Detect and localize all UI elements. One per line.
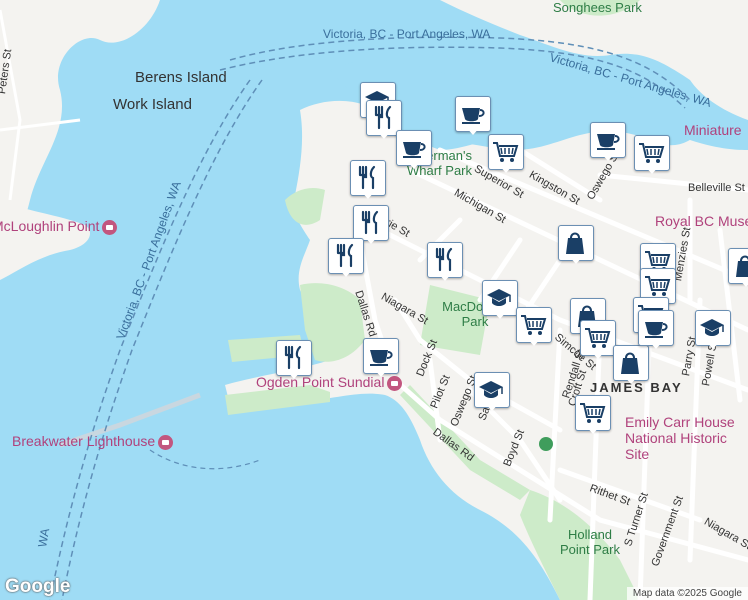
cafe-marker[interactable] bbox=[590, 122, 626, 166]
carr-house-text: Emily Carr House National Historic Site bbox=[625, 414, 735, 462]
restaurant-icon bbox=[374, 105, 392, 130]
school-marker[interactable] bbox=[695, 310, 731, 354]
grocery-icon bbox=[585, 328, 611, 348]
grocery-icon bbox=[645, 276, 671, 296]
label-holland-point-park[interactable]: Holland Point Park bbox=[555, 527, 625, 557]
park-tree-icon bbox=[539, 437, 553, 451]
school-marker[interactable] bbox=[482, 280, 518, 324]
grocery-marker[interactable] bbox=[580, 320, 616, 364]
label-mcloughlin-point[interactable]: McLoughlin Point bbox=[0, 218, 118, 235]
grocery-icon bbox=[521, 315, 547, 335]
grocery-icon bbox=[639, 143, 665, 163]
shopping-icon bbox=[736, 255, 748, 277]
label-songhees-park: Songhees Park bbox=[553, 0, 642, 15]
grocery-marker[interactable] bbox=[516, 307, 552, 351]
label-ferry-north-1: Victoria, BC - Port Angeles, WA bbox=[323, 27, 491, 41]
cafe-icon bbox=[403, 142, 426, 158]
restaurant-icon bbox=[358, 165, 376, 190]
breakwater-lighthouse-text: Breakwater Lighthouse bbox=[12, 433, 156, 449]
label-berens-island: Berens Island bbox=[135, 69, 227, 86]
school-icon bbox=[479, 381, 503, 398]
cafe-icon bbox=[645, 322, 668, 338]
label-royal-bc-museum[interactable]: Royal BC Museu bbox=[655, 213, 748, 229]
cafe-marker[interactable] bbox=[455, 96, 491, 140]
mcloughlin-point-text: McLoughlin Point bbox=[0, 218, 100, 234]
map-canvas[interactable]: Songhees Park Victoria, BC - Port Angele… bbox=[0, 0, 748, 600]
school-marker[interactable] bbox=[474, 372, 510, 416]
label-belleville-st: Belleville St bbox=[688, 182, 745, 194]
label-breakwater-lighthouse[interactable]: Breakwater Lighthouse bbox=[12, 433, 174, 450]
google-logo[interactable]: Google bbox=[5, 576, 70, 598]
camera-icon bbox=[102, 219, 118, 235]
grocery-marker[interactable] bbox=[488, 134, 524, 178]
label-work-island: Work Island bbox=[113, 96, 192, 113]
cafe-icon bbox=[370, 350, 393, 366]
grocery-marker[interactable] bbox=[634, 135, 670, 179]
cafe-marker[interactable] bbox=[638, 310, 674, 354]
grocery-icon bbox=[493, 142, 519, 162]
ferry-route-sw bbox=[149, 449, 261, 470]
shopping-marker[interactable] bbox=[558, 225, 594, 269]
restaurant-icon bbox=[361, 210, 379, 235]
restaurant-icon bbox=[284, 345, 302, 370]
grocery-marker[interactable] bbox=[575, 395, 611, 439]
cafe-marker[interactable] bbox=[363, 338, 399, 382]
restaurant-marker[interactable] bbox=[427, 242, 463, 286]
school-icon bbox=[700, 319, 724, 336]
cafe-marker[interactable] bbox=[396, 130, 432, 174]
peninsula-west bbox=[0, 200, 90, 280]
shopping-icon bbox=[566, 232, 584, 254]
restaurant-marker[interactable] bbox=[350, 160, 386, 204]
cafe-icon bbox=[462, 108, 485, 124]
grocery-icon bbox=[580, 403, 606, 423]
label-carr-house[interactable]: Emily Carr House National Historic Site bbox=[625, 414, 743, 462]
cafe-icon bbox=[597, 134, 620, 150]
restaurant-icon bbox=[435, 247, 453, 272]
restaurant-icon bbox=[336, 243, 354, 268]
label-miniature-world[interactable]: Miniature bbox=[684, 122, 742, 138]
school-icon bbox=[487, 289, 511, 306]
camera-icon bbox=[158, 434, 174, 450]
laurel-point-park bbox=[285, 188, 325, 225]
map-attribution[interactable]: Map data ©2025 Google bbox=[626, 587, 748, 600]
restaurant-marker[interactable] bbox=[328, 238, 364, 282]
restaurant-marker[interactable] bbox=[276, 340, 312, 384]
shopping-marker[interactable] bbox=[728, 248, 748, 292]
